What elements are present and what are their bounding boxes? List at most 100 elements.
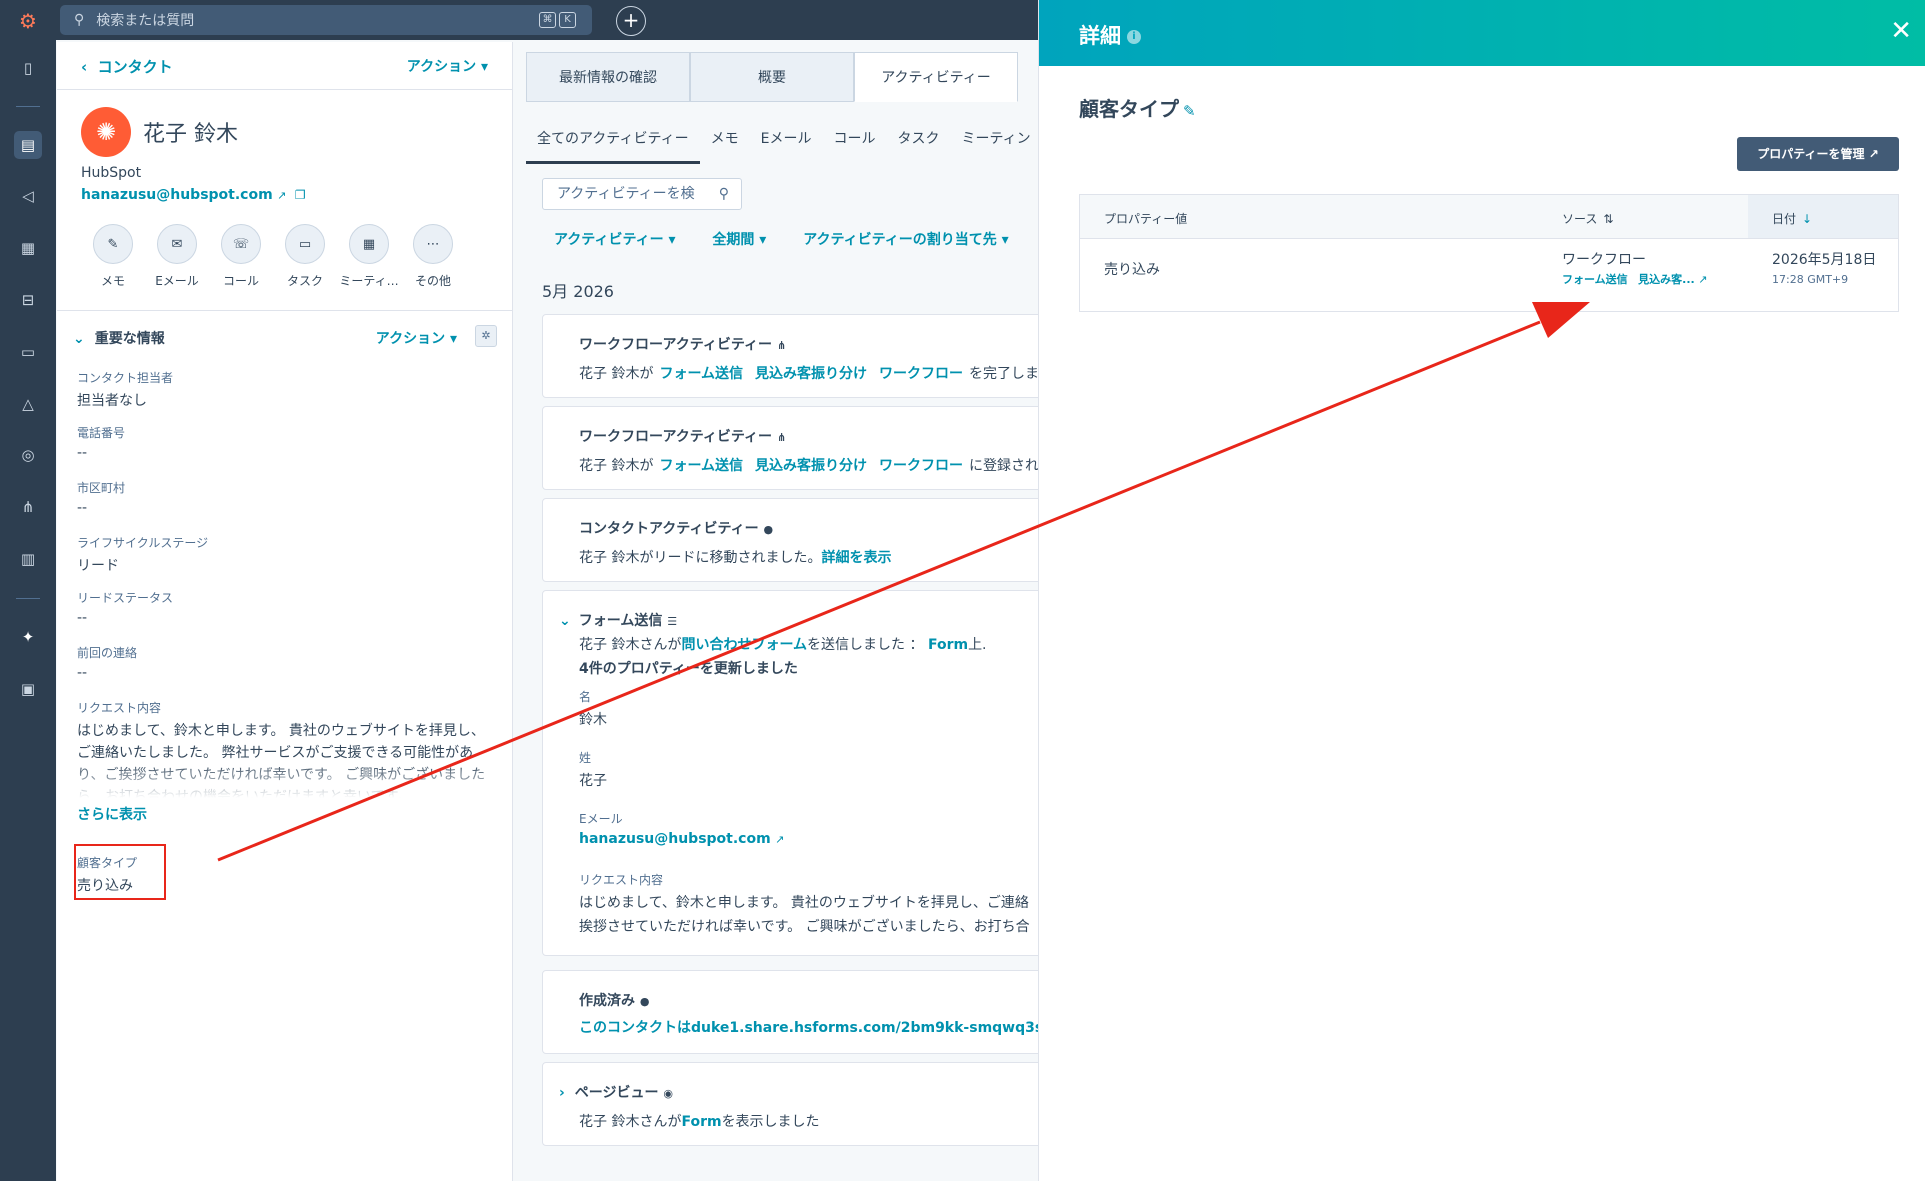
ai-sparkle-icon[interactable]: ✦ xyxy=(14,623,42,651)
copy-icon[interactable]: ❐ xyxy=(295,188,306,202)
activity-card-pageview[interactable]: › ページビュー ◉ 花子 鈴木さんがFormを表示しました xyxy=(542,1062,1038,1146)
details-drawer: 詳細 i ✕ 顧客タイプ ✎ プロパティーを管理 ↗ プロパティー値 ソース ⇅ 日付… xyxy=(1038,0,1925,1181)
form-submission-link[interactable]: フォーム送信 xyxy=(659,366,743,382)
contact-form-link[interactable]: 問い合わせフォーム xyxy=(681,637,807,653)
commerce-icon[interactable]: ▭ xyxy=(14,338,42,366)
property-request[interactable]: リクエスト内容 はじめまして、鈴木と申します。 貴社のウェブサイトを拝見し、ご連絡… xyxy=(77,699,497,798)
manage-properties-button[interactable]: プロパティーを管理 ↗ xyxy=(1737,137,1899,171)
meeting-action-label: ミーティ… xyxy=(339,274,399,288)
external-link-icon[interactable]: ↗ xyxy=(1698,273,1707,286)
workflow-link[interactable]: ワークフロー xyxy=(879,366,963,382)
tab-overview[interactable]: 概要 xyxy=(690,52,854,102)
data-icon[interactable]: ◎ xyxy=(14,441,42,469)
subtab-tasks[interactable]: タスク xyxy=(886,114,950,164)
nav-divider xyxy=(16,598,40,599)
lead-routing-link[interactable]: 見込み客振り分け xyxy=(755,366,867,382)
field-value: 鈴木 xyxy=(579,712,607,728)
subtab-all[interactable]: 全てのアクティビティー xyxy=(526,114,700,164)
card-title[interactable]: ⌄ フォーム送信 ☰ xyxy=(559,610,677,630)
filter-date-range[interactable]: 全期間 ▾ xyxy=(712,232,766,248)
property-history-table: プロパティー値 ソース ⇅ 日付 ↓ 売り込み ワークフロー フォーム送信 見込み客… xyxy=(1079,194,1899,312)
column-header-date[interactable]: 日付 ↓ xyxy=(1772,210,1812,227)
column-header-source[interactable]: ソース ⇅ xyxy=(1562,210,1613,227)
activity-card-form-submission[interactable]: ⌄ フォーム送信 ☰ 花子 鈴木さんが問い合わせフォームを送信しました ： For… xyxy=(542,590,1038,956)
view-details-link[interactable]: 詳細を表示 xyxy=(821,550,891,566)
activity-search-input[interactable]: アクティビティーを検 ⚲ xyxy=(542,178,742,210)
filter-activity-type[interactable]: アクティビティー ▾ xyxy=(554,232,676,248)
subtab-meetings[interactable]: ミーティン xyxy=(950,114,1038,164)
tab-activities[interactable]: アクティビティー xyxy=(854,52,1018,102)
property-contact-owner[interactable]: コンタクト担当者 担当者なし xyxy=(77,369,497,410)
property-title-text: 顧客タイプ xyxy=(1079,97,1179,121)
subtab-emails[interactable]: Eメール xyxy=(750,114,823,164)
more-action[interactable]: ⋯ その他 xyxy=(401,224,465,289)
lead-routing-link[interactable]: 見込み客... xyxy=(1638,273,1695,286)
card-body: 花子 鈴木が フォーム送信 見込み客振り分け ワークフロー に登録され xyxy=(579,455,1038,475)
property-last-contacted[interactable]: 前回の連絡 -- xyxy=(77,644,497,681)
email-action-label: Eメール xyxy=(155,274,199,288)
filter-assignee[interactable]: アクティビティーの割り当て先 ▾ xyxy=(803,232,1009,248)
column-header-value[interactable]: プロパティー値 xyxy=(1104,210,1187,227)
activity-card-workflow[interactable]: ワークフローアクティビティー ⋔ 花子 鈴木が フォーム送信 見込み客振り分け ワーク… xyxy=(542,406,1038,490)
workflow-link[interactable]: ワークフロー xyxy=(879,458,963,474)
email-action[interactable]: ✉ Eメール xyxy=(145,224,209,289)
external-link-icon[interactable]: ↗ xyxy=(277,189,286,202)
gear-icon[interactable]: ✲ xyxy=(475,325,497,347)
activity-card-contact[interactable]: コンタクトアクティビティー ● 花子 鈴木がリードに移動されました。詳細を表示 xyxy=(542,498,1038,582)
date-header-label: 日付 xyxy=(1772,212,1797,226)
form-link[interactable]: Form xyxy=(928,637,968,653)
form-submission-link[interactable]: フォーム送信 xyxy=(659,458,743,474)
property-phone[interactable]: 電話番号 -- xyxy=(77,424,497,461)
show-more-link[interactable]: さらに表示 xyxy=(77,804,147,824)
edit-pencil-icon[interactable]: ✎ xyxy=(1183,102,1196,120)
note-action[interactable]: ✎ メモ xyxy=(81,224,145,289)
property-city[interactable]: 市区町村 -- xyxy=(77,479,497,516)
search-placeholder: 検索または質問 xyxy=(96,13,195,29)
contacts-icon[interactable]: ▤ xyxy=(14,131,42,159)
task-action[interactable]: ▭ タスク xyxy=(273,224,337,289)
card-title-text: ワークフローアクティビティー xyxy=(579,337,773,353)
marketing-icon[interactable]: ◁ xyxy=(14,182,42,210)
card-title: 作成済み ● xyxy=(579,990,649,1010)
activity-card-created[interactable]: 作成済み ● このコンタクトはduke1.share.hsforms.com/2… xyxy=(542,970,1038,1054)
person-icon: ● xyxy=(639,995,650,1008)
info-icon[interactable]: i xyxy=(1127,30,1141,44)
automation-icon[interactable]: ⋔ xyxy=(14,493,42,521)
lead-routing-link[interactable]: 見込み客振り分け xyxy=(755,458,867,474)
email-link[interactable]: hanazusu@hubspot.com xyxy=(81,187,273,203)
created-source-link[interactable]: このコンタクトはduke1.share.hsforms.com/2bm9kk-s… xyxy=(579,1020,1038,1036)
meeting-action[interactable]: ▦ ミーティ… xyxy=(337,224,401,289)
row-source-links: フォーム送信 見込み客... ↗ xyxy=(1562,271,1707,287)
activity-card-workflow[interactable]: ワークフローアクティビティー ⋔ 花子 鈴木が フォーム送信 見込み客振り分け ワーク… xyxy=(542,314,1038,398)
developer-icon[interactable]: ▣ xyxy=(14,675,42,703)
service-icon[interactable]: △ xyxy=(14,390,42,418)
property-lead-status[interactable]: リードステータス -- xyxy=(77,589,497,626)
key-info-toggle[interactable]: ⌄ 重要な情報 xyxy=(73,328,165,348)
email-link[interactable]: hanazusu@hubspot.com xyxy=(579,831,771,847)
call-action[interactable]: ☏ コール xyxy=(209,224,273,289)
form-submission-link[interactable]: フォーム送信 xyxy=(1562,273,1628,286)
key-info-actions-dropdown[interactable]: アクション ▾ xyxy=(376,328,457,348)
reports-icon[interactable]: ▥ xyxy=(14,545,42,573)
sales-icon[interactable]: ⊟ xyxy=(14,286,42,314)
close-icon[interactable]: ✕ xyxy=(1890,16,1912,46)
eye-icon: ◉ xyxy=(663,1087,673,1100)
back-to-contacts-link[interactable]: ‹ コンタクト xyxy=(81,56,173,77)
content-icon[interactable]: ▦ xyxy=(14,234,42,262)
subtab-notes[interactable]: メモ xyxy=(700,114,750,164)
back-label: コンタクト xyxy=(97,58,173,76)
tab-updates[interactable]: 最新情報の確認 xyxy=(526,52,690,102)
property-label: コンタクト担当者 xyxy=(77,371,174,385)
subtab-calls[interactable]: コール xyxy=(822,114,886,164)
external-link-icon[interactable]: ↗ xyxy=(775,833,784,846)
bookmark-icon[interactable]: ▯ xyxy=(14,54,42,82)
form-link[interactable]: Form xyxy=(681,1114,721,1130)
card-title[interactable]: › ページビュー ◉ xyxy=(559,1082,673,1102)
create-new-button[interactable]: + xyxy=(616,6,646,36)
property-lifecycle-stage[interactable]: ライフサイクルステージ リード xyxy=(77,534,497,575)
hubspot-logo-icon[interactable]: ⚙ xyxy=(14,7,42,35)
task-icon: ▭ xyxy=(285,224,325,264)
global-search-input[interactable]: ⚲ 検索または質問 ⌘ K xyxy=(60,5,592,35)
chevron-right-icon: › xyxy=(559,1085,565,1101)
contact-actions-dropdown[interactable]: アクション ▾ xyxy=(407,56,488,76)
